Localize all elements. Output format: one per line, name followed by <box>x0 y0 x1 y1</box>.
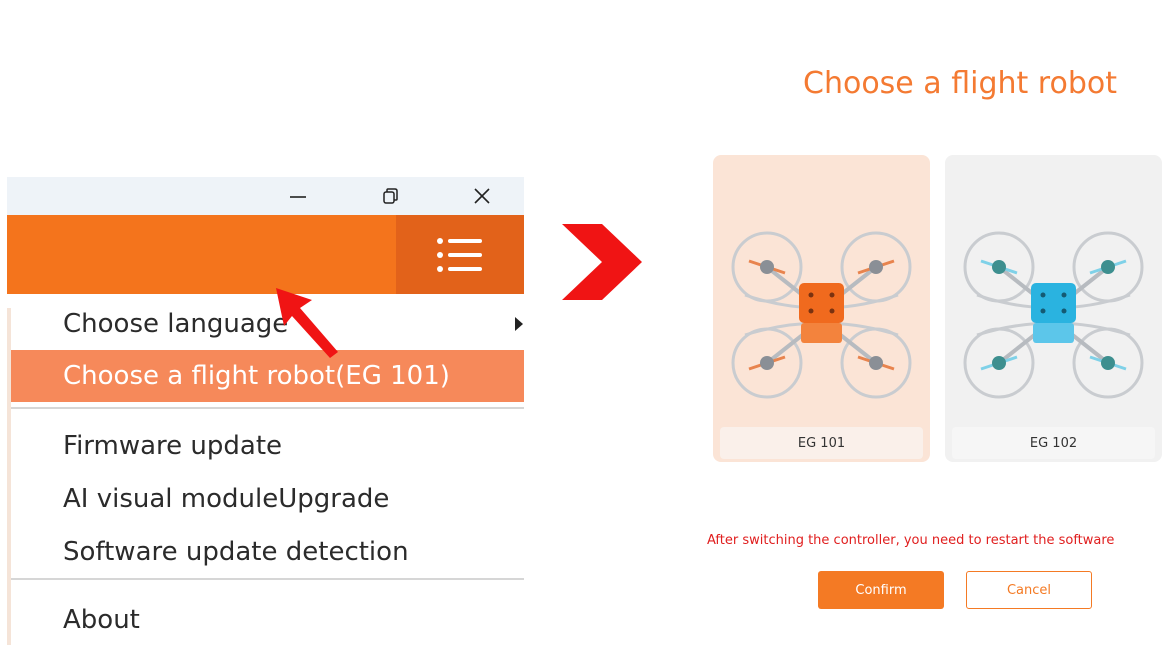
robot-card-eg101[interactable]: EG 101 <box>713 155 930 462</box>
menu-item-label: Choose language <box>63 309 289 339</box>
menu-divider <box>11 407 524 409</box>
close-icon <box>474 188 490 204</box>
title-bar <box>7 177 524 215</box>
drone-eg102-image <box>963 231 1144 399</box>
menu-item-about[interactable]: About <box>11 594 524 646</box>
cancel-button[interactable]: Cancel <box>966 571 1092 609</box>
menu-item-choose-language[interactable]: Choose language <box>11 298 524 350</box>
submenu-arrow-icon <box>515 317 523 331</box>
menu-item-ai-visual-module-upgrade[interactable]: AI visual moduleUpgrade <box>11 473 524 525</box>
restore-button[interactable] <box>367 177 413 215</box>
confirm-button[interactable]: Confirm <box>818 571 944 609</box>
app-header <box>7 215 524 294</box>
menu-item-label: About <box>63 605 140 635</box>
robot-card-label: EG 102 <box>952 427 1155 459</box>
main-menu-button[interactable] <box>396 215 524 294</box>
restart-warning-text: After switching the controller, you need… <box>707 533 1115 548</box>
minimize-button[interactable] <box>275 177 321 215</box>
menu-divider <box>11 578 524 580</box>
menu-item-label: AI visual moduleUpgrade <box>63 484 390 514</box>
close-button[interactable] <box>459 177 505 215</box>
robot-card-label: EG 101 <box>720 427 923 459</box>
next-step-chevron-icon <box>562 224 642 300</box>
menu-item-label: Choose a flight robot(EG 101) <box>63 361 450 391</box>
menu-item-software-update-detection[interactable]: Software update detection <box>11 526 524 578</box>
dialog-title: Choose a flight robot <box>803 66 1117 101</box>
dropdown-menu: Choose language Choose a flight robot(EG… <box>7 294 524 645</box>
minimize-icon <box>290 196 306 198</box>
pointer-arrow-icon <box>276 288 338 358</box>
menu-item-choose-flight-robot[interactable]: Choose a flight robot(EG 101) <box>11 350 524 402</box>
drone-eg101-image <box>731 231 912 399</box>
menu-item-label: Software update detection <box>63 537 409 567</box>
robot-card-eg102[interactable]: EG 102 <box>945 155 1162 462</box>
menu-list-icon <box>437 237 482 272</box>
menu-item-label: Firmware update <box>63 431 283 461</box>
menu-item-firmware-update[interactable]: Firmware update <box>11 420 524 472</box>
restore-icon <box>383 188 398 204</box>
